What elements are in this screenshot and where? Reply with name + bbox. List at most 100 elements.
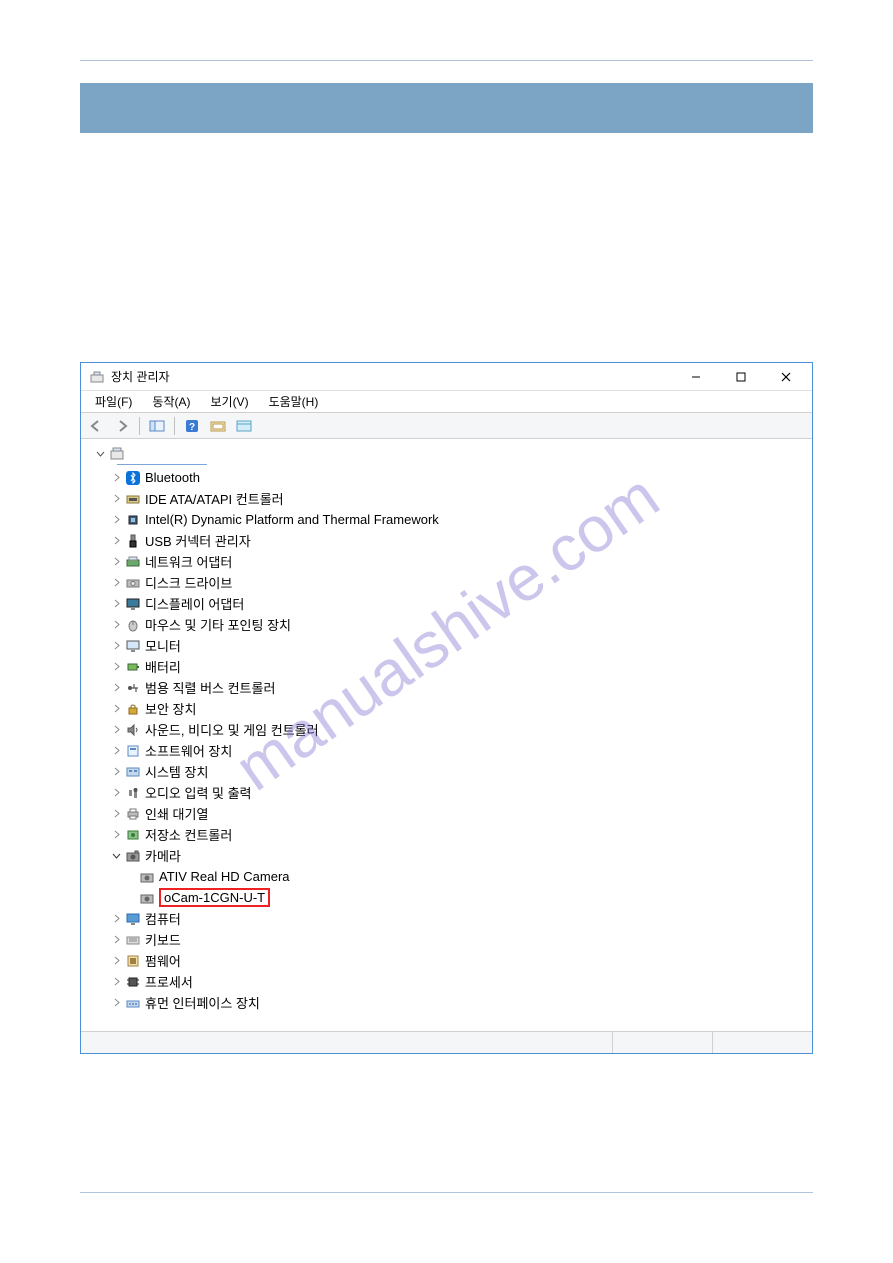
forward-button[interactable] [111, 415, 133, 437]
tree-leaf[interactable]: ATIV Real HD Camera [87, 866, 812, 887]
expander-closed-icon[interactable] [109, 828, 123, 842]
expander-closed-icon[interactable] [109, 954, 123, 968]
expander-closed-icon[interactable] [109, 534, 123, 548]
tree-node[interactable]: 모니터 [87, 635, 812, 656]
tree-node[interactable]: Bluetooth [87, 467, 812, 488]
minimize-button[interactable] [673, 363, 718, 391]
tree-node-label: 프로세서 [145, 972, 193, 991]
tree-root[interactable] [87, 443, 812, 464]
tree-node-label: 배터리 [145, 657, 181, 676]
expander-closed-icon[interactable] [109, 618, 123, 632]
system-icon [125, 764, 141, 780]
tree-node[interactable]: 소프트웨어 장치 [87, 740, 812, 761]
expander-closed-icon[interactable] [109, 471, 123, 485]
help-button[interactable]: ? [181, 415, 203, 437]
menu-view[interactable]: 보기(V) [200, 391, 258, 412]
tree-node[interactable]: 휴먼 인터페이스 장치 [87, 992, 812, 1013]
window-title: 장치 관리자 [111, 368, 170, 385]
back-button[interactable] [85, 415, 107, 437]
document-page [0, 0, 893, 133]
security-icon [125, 701, 141, 717]
expander-closed-icon[interactable] [109, 996, 123, 1010]
show-hide-console-button[interactable] [146, 415, 168, 437]
tree-node[interactable]: 컴퓨터 [87, 908, 812, 929]
tree-node-label: 컴퓨터 [145, 909, 181, 928]
maximize-button[interactable] [718, 363, 763, 391]
tree-node-label: Intel(R) Dynamic Platform and Thermal Fr… [145, 512, 439, 527]
expander-closed-icon[interactable] [109, 723, 123, 737]
tree-node[interactable]: 사운드, 비디오 및 게임 컨트롤러 [87, 719, 812, 740]
tree-leaf-label: oCam-1CGN-U-T [164, 890, 265, 905]
device-manager-window: 장치 관리자 파일(F) 동작(A) 보기(V) 도움말(H) ? [80, 362, 813, 1054]
expander-closed-icon[interactable] [109, 597, 123, 611]
properties-button[interactable] [233, 415, 255, 437]
menu-file[interactable]: 파일(F) [85, 391, 142, 412]
computer-icon [125, 911, 141, 927]
expander-closed-icon[interactable] [109, 912, 123, 926]
expander-closed-icon[interactable] [109, 786, 123, 800]
tree-node[interactable]: 보안 장치 [87, 698, 812, 719]
tree-node[interactable]: 배터리 [87, 656, 812, 677]
tree-node[interactable]: 오디오 입력 및 출력 [87, 782, 812, 803]
tree-node[interactable]: 마우스 및 기타 포인팅 장치 [87, 614, 812, 635]
tree-node[interactable]: 시스템 장치 [87, 761, 812, 782]
tree-node[interactable]: 키보드 [87, 929, 812, 950]
sound-icon [125, 722, 141, 738]
svg-text:?: ? [189, 422, 195, 433]
expander-closed-icon[interactable] [109, 492, 123, 506]
expander-closed-icon[interactable] [109, 765, 123, 779]
device-tree[interactable]: BluetoothIDE ATA/ATAPI 컨트롤러 Intel(R) Dyna… [81, 439, 812, 1031]
menu-action[interactable]: 동작(A) [142, 391, 200, 412]
tree-node[interactable]: 범용 직렬 버스 컨트롤러 [87, 677, 812, 698]
processor-icon [125, 974, 141, 990]
top-divider [80, 60, 813, 61]
tree-node-label: 키보드 [145, 930, 181, 949]
close-button[interactable] [763, 363, 808, 391]
tree-node-label: 디스크 드라이브 [145, 573, 232, 592]
tree-node[interactable]: USB 커넥터 관리자 [87, 530, 812, 551]
expander-open-icon[interactable] [93, 447, 107, 461]
expander-closed-icon[interactable] [109, 744, 123, 758]
ide-icon [125, 491, 141, 507]
tree-node[interactable]: 디스플레이 어댑터 [87, 593, 812, 614]
expander-open-icon[interactable] [109, 849, 123, 863]
tree-leaf[interactable]: oCam-1CGN-U-T [87, 887, 812, 908]
keyboard-icon [125, 932, 141, 948]
tree-node[interactable]: 네트워크 어댑터 [87, 551, 812, 572]
tree-node[interactable]: 프로세서 [87, 971, 812, 992]
titlebar: 장치 관리자 [81, 363, 812, 391]
network-icon [125, 554, 141, 570]
tree-node-label: USB 커넥터 관리자 [145, 531, 251, 550]
tree-node[interactable]: 카메라 [87, 845, 812, 866]
expander-closed-icon[interactable] [109, 555, 123, 569]
tree-leaf-label: ATIV Real HD Camera [159, 869, 290, 884]
camera-dev-icon [139, 890, 155, 906]
tree-node[interactable]: 디스크 드라이브 [87, 572, 812, 593]
firmware-icon [125, 953, 141, 969]
tree-node-label: 마우스 및 기타 포인팅 장치 [145, 615, 291, 634]
tree-node[interactable]: 저장소 컨트롤러 [87, 824, 812, 845]
bluetooth-icon [125, 470, 141, 486]
expander-closed-icon[interactable] [109, 681, 123, 695]
scan-button[interactable] [207, 415, 229, 437]
tree-node[interactable]: 인쇄 대기열 [87, 803, 812, 824]
hid-icon [125, 995, 141, 1011]
menu-help[interactable]: 도움말(H) [259, 391, 329, 412]
statusbar [81, 1031, 812, 1053]
expander-closed-icon[interactable] [109, 807, 123, 821]
tree-node[interactable]: 펌웨어 [87, 950, 812, 971]
expander-closed-icon[interactable] [109, 639, 123, 653]
expander-closed-icon[interactable] [109, 513, 123, 527]
expander-closed-icon[interactable] [109, 702, 123, 716]
highlighted-device: oCam-1CGN-U-T [159, 888, 270, 907]
toolbar-separator [139, 417, 140, 435]
storage-icon [125, 827, 141, 843]
expander-closed-icon[interactable] [109, 975, 123, 989]
tree-node-label: 시스템 장치 [145, 762, 208, 781]
expander-closed-icon[interactable] [109, 933, 123, 947]
tree-node[interactable]: IDE ATA/ATAPI 컨트롤러 [87, 488, 812, 509]
expander-closed-icon[interactable] [109, 576, 123, 590]
expander-closed-icon[interactable] [109, 660, 123, 674]
app-icon [89, 369, 105, 385]
tree-node[interactable]: Intel(R) Dynamic Platform and Thermal Fr… [87, 509, 812, 530]
